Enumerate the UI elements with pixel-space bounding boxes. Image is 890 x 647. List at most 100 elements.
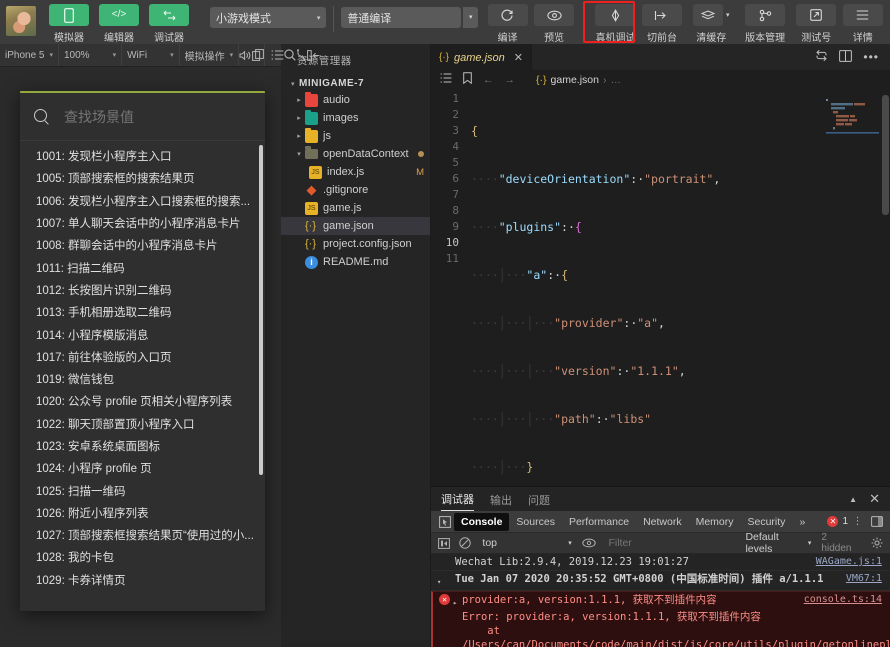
list-item[interactable]: 1027: 顶部搜索框搜索结果页“使用过的小...: [20, 524, 265, 546]
test-number-button[interactable]: 测试号: [795, 4, 838, 44]
chevron-right-icon[interactable]: ▸: [293, 114, 305, 122]
compile-select[interactable]: 普通编译: [341, 7, 462, 28]
list-item[interactable]: 1019: 微信钱包: [20, 368, 265, 390]
explorer-item-game-json[interactable]: {·} game.json: [281, 217, 430, 235]
simulator-stage[interactable]: 1001: 发现栏小程序主入口 1005: 顶部搜索框的搜索结果页 1006: …: [0, 67, 281, 647]
explorer-root[interactable]: ▾ MINIGAME-7: [281, 76, 430, 91]
close-icon[interactable]: ✕: [514, 51, 523, 64]
more-actions-icon[interactable]: •••: [863, 50, 879, 64]
editor-button[interactable]: </> 编辑器: [96, 4, 142, 44]
split-panel-icon[interactable]: [839, 49, 853, 65]
simulator-button[interactable]: 模拟器: [46, 4, 92, 44]
list-icon[interactable]: [271, 44, 284, 66]
explorer-item-index-js[interactable]: JS index.js M: [281, 163, 430, 181]
console-message-info[interactable]: Wechat Lib:2.9.4, 2019.12.23 19:01:27 WA…: [431, 554, 890, 571]
explorer-item-readme-md[interactable]: i README.md: [281, 253, 430, 271]
console-output[interactable]: Wechat Lib:2.9.4, 2019.12.23 19:01:27 WA…: [431, 554, 890, 647]
list-item[interactable]: 1020: 公众号 profile 页相关小程序列表: [20, 390, 265, 412]
copy-icon[interactable]: [252, 44, 266, 66]
chevron-right-icon[interactable]: ▸: [293, 96, 305, 104]
network-select[interactable]: WiFi ▾: [122, 44, 180, 66]
device-select[interactable]: iPhone 5 ▾: [0, 44, 59, 66]
execution-context-select[interactable]: top ▾: [476, 537, 577, 549]
explorer-item-project-config-json[interactable]: {·} project.config.json: [281, 235, 430, 253]
collapse-up-icon[interactable]: ▲: [849, 495, 857, 504]
clear-cache-button[interactable]: ▾ 清缓存: [687, 4, 735, 44]
list-item[interactable]: 1017: 前往体验版的入口页: [20, 346, 265, 368]
tab-output[interactable]: 输出: [490, 488, 512, 511]
more-vertical-icon[interactable]: ⋮: [848, 514, 867, 530]
console-error-stack-link-1[interactable]: /Users/can/Documents/code/main/dist/js/c…: [439, 638, 890, 647]
compile-button[interactable]: 编译: [486, 4, 529, 44]
tab-security[interactable]: Security: [741, 513, 793, 531]
chevron-down-icon[interactable]: ▾: [287, 80, 299, 88]
code-editor[interactable]: 1 2 3 4 5 6 7 8 9 10 11 { ····"deviceOri…: [431, 89, 890, 486]
route-icon[interactable]: [296, 44, 307, 66]
list-item[interactable]: 1029: 卡券详情页: [20, 569, 265, 591]
forward-icon[interactable]: →: [505, 74, 516, 86]
execute-snippet-icon[interactable]: [435, 535, 454, 551]
list-item[interactable]: 1025: 扫描一维码: [20, 479, 265, 501]
more-tabs-icon[interactable]: »: [792, 513, 812, 531]
tab-sources[interactable]: Sources: [509, 513, 562, 531]
user-avatar[interactable]: [6, 6, 36, 36]
console-message-group[interactable]: ▾ Tue Jan 07 2020 20:35:52 GMT+0800 (中国标…: [431, 571, 890, 591]
explorer-item-opendatacontext[interactable]: ▾ openDataContext: [281, 145, 430, 163]
tab-game-json[interactable]: {·} game.json ✕: [431, 44, 532, 70]
list-item[interactable]: 1024: 小程序 profile 页: [20, 457, 265, 479]
volume-icon[interactable]: [239, 44, 252, 66]
compile-select-caret-button[interactable]: ▾: [463, 4, 479, 28]
clear-console-icon[interactable]: [456, 535, 475, 551]
list-item[interactable]: 1007: 单人聊天会话中的小程序消息卡片: [20, 212, 265, 234]
error-count-badge[interactable]: ✕ 1: [827, 516, 848, 527]
list-item[interactable]: 1006: 发现栏小程序主入口搜索框的搜索...: [20, 190, 265, 212]
dock-panel-icon[interactable]: [867, 514, 886, 530]
explorer-item-js[interactable]: ▸ js: [281, 127, 430, 145]
log-levels-select[interactable]: Default levels ▾: [745, 531, 819, 555]
chevron-right-icon[interactable]: ▸: [450, 593, 460, 610]
list-item[interactable]: 1008: 群聊会话中的小程序消息卡片: [20, 234, 265, 256]
list-item[interactable]: 1022: 聊天顶部置顶小程序入口: [20, 413, 265, 435]
explorer-item-audio[interactable]: ▸ audio: [281, 91, 430, 109]
chevron-down-icon[interactable]: ▾: [293, 150, 305, 158]
console-message-source[interactable]: console.ts:14: [804, 593, 890, 607]
tab-debugger[interactable]: 调试器: [441, 487, 474, 511]
list-item[interactable]: 1001: 发现栏小程序主入口: [20, 145, 265, 167]
foreground-button[interactable]: 切前台: [641, 4, 684, 44]
tab-problems[interactable]: 问题: [528, 488, 550, 511]
mock-actions-select[interactable]: 模拟操作 ▾: [180, 44, 240, 66]
mode-select[interactable]: 小游戏模式 ▾: [210, 7, 327, 28]
console-message-error[interactable]: ✕ ▸ provider:a, version:1.1.1, 获取不到插件内容 …: [431, 591, 890, 647]
chevron-right-icon[interactable]: ▸: [293, 132, 305, 140]
preview-button[interactable]: 预览: [533, 4, 576, 44]
tab-performance[interactable]: Performance: [562, 513, 636, 531]
inspect-element-icon[interactable]: [435, 514, 454, 530]
breadcrumb-ellipsis[interactable]: …: [610, 74, 621, 86]
gear-icon[interactable]: [867, 535, 886, 551]
close-icon[interactable]: ✕: [869, 491, 880, 507]
console-message-source[interactable]: VM67:1: [846, 572, 890, 586]
eye-icon[interactable]: [580, 535, 599, 551]
breadcrumb-file[interactable]: {·} game.json › …: [536, 74, 621, 86]
search-icon[interactable]: [284, 44, 296, 66]
list-item[interactable]: 1023: 安卓系统桌面图标: [20, 435, 265, 457]
tab-network[interactable]: Network: [636, 513, 689, 531]
details-button[interactable]: 详情: [842, 4, 885, 44]
scene-list-scrollbar[interactable]: [259, 145, 263, 475]
list-item[interactable]: 1011: 扫描二维码: [20, 256, 265, 278]
list-item[interactable]: 1028: 我的卡包: [20, 546, 265, 568]
collapse-icon[interactable]: [307, 44, 320, 66]
list-item[interactable]: 1013: 手机相册选取二维码: [20, 301, 265, 323]
tab-console[interactable]: Console: [454, 512, 510, 531]
real-device-debug-button[interactable]: 真机调试: [594, 4, 637, 44]
bookmark-icon[interactable]: [463, 72, 472, 87]
console-message-source[interactable]: WAGame.js:1: [816, 555, 890, 569]
outline-icon[interactable]: [440, 73, 452, 86]
zoom-select[interactable]: 100% ▾: [59, 44, 123, 66]
split-editor-icon[interactable]: [815, 49, 828, 65]
list-item[interactable]: 1012: 长按图片识别二维码: [20, 279, 265, 301]
tab-memory[interactable]: Memory: [689, 513, 741, 531]
console-filter-input[interactable]: [600, 537, 744, 549]
back-icon[interactable]: ←: [483, 74, 494, 86]
explorer-item-gitignore[interactable]: ◆ .gitignore: [281, 181, 430, 199]
